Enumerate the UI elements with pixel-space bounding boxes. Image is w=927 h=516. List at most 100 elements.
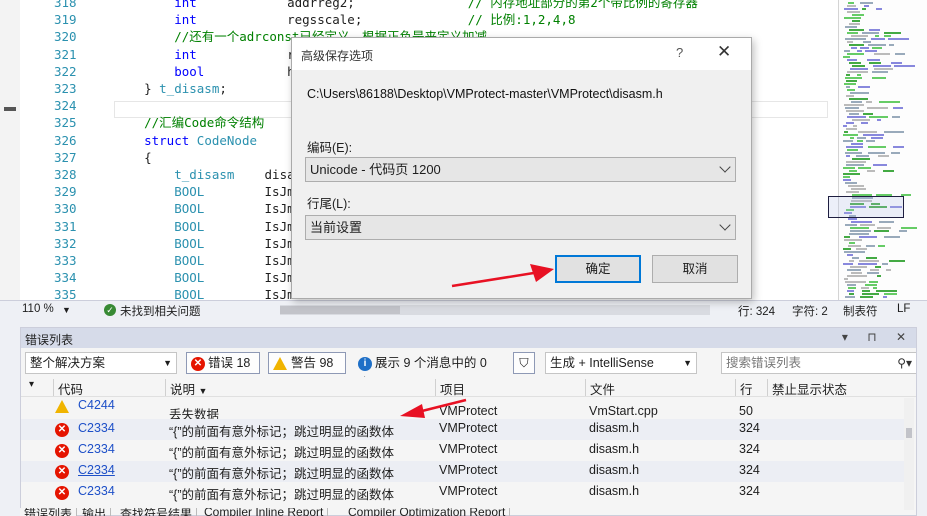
- issues-status[interactable]: 未找到相关问题: [120, 303, 201, 319]
- bottom-tab[interactable]: 查找符号结果: [116, 508, 198, 516]
- panel-window-controls[interactable]: ▾ ⊓ ✕: [842, 330, 914, 344]
- filter-dropdown-icon[interactable]: ▼: [199, 386, 208, 396]
- code-line[interactable]: //汇编Code命令结构: [114, 114, 264, 131]
- cursor-column[interactable]: 字符: 2: [792, 303, 828, 319]
- bottom-tab[interactable]: 错误列表: [20, 508, 78, 516]
- line-ending[interactable]: LF: [897, 303, 910, 315]
- minimap-viewport[interactable]: [828, 196, 904, 218]
- minimap-stroke: [846, 146, 863, 148]
- error-line: 324: [739, 484, 760, 498]
- table-row[interactable]: ✕ C2334 “{”的前面有意外标记；跳过明显的函数体 VMProtect disas…: [21, 461, 905, 482]
- code-token: BOOL: [114, 218, 265, 234]
- error-project: VMProtect: [439, 484, 498, 498]
- error-code[interactable]: C2334: [78, 484, 115, 498]
- line-number: 330: [54, 201, 77, 217]
- minimap-stroke: [847, 53, 864, 55]
- minimap-stroke: [876, 8, 882, 10]
- code-line[interactable]: BOOL IsJm: [114, 269, 294, 286]
- code-line[interactable]: BOOL IsJm: [114, 200, 294, 217]
- minimap-stroke: [893, 146, 904, 148]
- column-code[interactable]: 代码: [53, 379, 165, 397]
- error-code[interactable]: C4244: [78, 398, 115, 412]
- warning-icon: [55, 399, 73, 414]
- minimap-stroke: [844, 104, 864, 106]
- code-token: int: [114, 0, 288, 10]
- code-line[interactable]: BOOL IsJm: [114, 183, 294, 200]
- minimap-stroke: [847, 41, 853, 43]
- warnings-filter-button[interactable]: 警告 98: [268, 352, 346, 374]
- minimap-stroke: [872, 71, 888, 73]
- close-icon[interactable]: ✕: [717, 42, 731, 62]
- code-line[interactable]: BOOL IsJm: [114, 252, 294, 269]
- panel-title-bar[interactable]: 错误列表 ▾ ⊓ ✕: [21, 328, 916, 348]
- scope-dropdown[interactable]: 整个解决方案 ▼: [25, 352, 177, 374]
- sort-indicator-icon[interactable]: ▾: [25, 379, 53, 396]
- dialog-title-bar[interactable]: 高级保存选项 ? ✕: [292, 38, 751, 70]
- error-code[interactable]: C2334: [78, 442, 115, 456]
- code-minimap[interactable]: [838, 0, 927, 300]
- minimap-stroke: [858, 263, 877, 265]
- table-row[interactable]: ✕ C2334 “{”的前面有意外标记；跳过明显的函数体 VMProtect disas…: [21, 482, 905, 503]
- ok-button[interactable]: 确定: [555, 255, 641, 283]
- code-line[interactable]: int r: [114, 46, 294, 63]
- code-line[interactable]: t_disasm disa: [114, 166, 294, 183]
- bottom-tab[interactable]: Compiler Optimization Report: [344, 508, 511, 516]
- horizontal-scrollbar[interactable]: [280, 305, 710, 315]
- column-suppress-state[interactable]: 禁止显示状态: [767, 379, 907, 397]
- search-placeholder: 搜索错误列表: [726, 356, 802, 370]
- vertical-scrollbar[interactable]: [904, 398, 914, 510]
- error-description: “{”的前面有意外标记；跳过明显的函数体: [169, 446, 395, 460]
- help-icon[interactable]: ?: [676, 45, 683, 60]
- indent-mode[interactable]: 制表符: [843, 303, 878, 319]
- code-line[interactable]: struct CodeNode: [114, 132, 257, 149]
- minimap-stroke: [852, 158, 870, 160]
- scrollbar-thumb[interactable]: [906, 428, 912, 438]
- code-line[interactable]: BOOL IsJm: [114, 286, 294, 300]
- code-line[interactable]: int regsscale; // 比例:1,2,4,8: [114, 11, 575, 28]
- error-code[interactable]: C2334: [78, 421, 115, 435]
- bottom-tab[interactable]: Compiler Inline Report: [200, 508, 329, 516]
- errors-filter-button[interactable]: ✕ 错误 18: [186, 352, 260, 374]
- bottom-tab[interactable]: 输出: [78, 508, 112, 516]
- column-project[interactable]: 项目: [435, 379, 585, 397]
- messages-filter-button[interactable]: i展示 9 个消息中的 0 个: [353, 352, 503, 390]
- filter-icon[interactable]: ⛉: [513, 352, 535, 374]
- encoding-select[interactable]: Unicode - 代码页 1200: [305, 157, 736, 182]
- chevron-down-icon[interactable]: ▼: [62, 305, 71, 315]
- warnings-count-label: 警告 98: [291, 356, 334, 370]
- minimap-stroke: [846, 161, 866, 163]
- zoom-level[interactable]: 110 %: [22, 303, 54, 315]
- code-line[interactable]: BOOL IsJm: [114, 218, 294, 235]
- error-code[interactable]: C2334: [78, 463, 115, 477]
- code-token: }: [114, 81, 160, 96]
- minimap-stroke: [883, 296, 887, 298]
- table-row[interactable]: ✕ C2334 “{”的前面有意外标记；跳过明显的函数体 VMProtect disas…: [21, 440, 905, 461]
- search-errors-input[interactable]: 搜索错误列表 ⚲▾: [721, 352, 916, 374]
- minimap-stroke: [849, 170, 857, 172]
- code-line[interactable]: } t_disasm;: [114, 80, 227, 97]
- code-line[interactable]: {: [114, 149, 152, 166]
- column-description[interactable]: 说明 ▼: [165, 379, 435, 397]
- build-source-dropdown[interactable]: 生成 + IntelliSense ▼: [545, 352, 697, 374]
- cancel-button[interactable]: 取消: [652, 255, 738, 283]
- code-line[interactable]: int addrreg2; // 内存地址部分的第2个带比例的寄存器: [114, 0, 698, 11]
- table-row[interactable]: C4244 丢失数据 VMProtect VmStart.cpp 50: [21, 396, 905, 422]
- chevron-down-icon: ▼: [683, 358, 692, 368]
- table-row[interactable]: ✕ C2334 “{”的前面有意外标记；跳过明显的函数体 VMProtect disas…: [21, 419, 905, 440]
- scrollbar-thumb[interactable]: [280, 306, 400, 314]
- code-token: BOOL: [114, 184, 265, 200]
- error-line: 324: [739, 442, 760, 456]
- minimap-stroke: [847, 116, 866, 118]
- minimap-stroke: [847, 89, 855, 91]
- column-file[interactable]: 文件: [585, 379, 735, 397]
- minimap-stroke: [846, 128, 857, 130]
- error-project: VMProtect: [439, 421, 498, 435]
- minimap-stroke: [847, 5, 856, 7]
- minimap-stroke: [889, 260, 905, 262]
- line-ending-label: 行尾(L):: [307, 197, 351, 211]
- minimap-stroke: [872, 77, 886, 79]
- code-line[interactable]: BOOL IsJm: [114, 235, 294, 252]
- column-line[interactable]: 行: [735, 379, 767, 397]
- line-ending-select[interactable]: 当前设置: [305, 215, 736, 240]
- cursor-line[interactable]: 行: 324: [738, 303, 775, 319]
